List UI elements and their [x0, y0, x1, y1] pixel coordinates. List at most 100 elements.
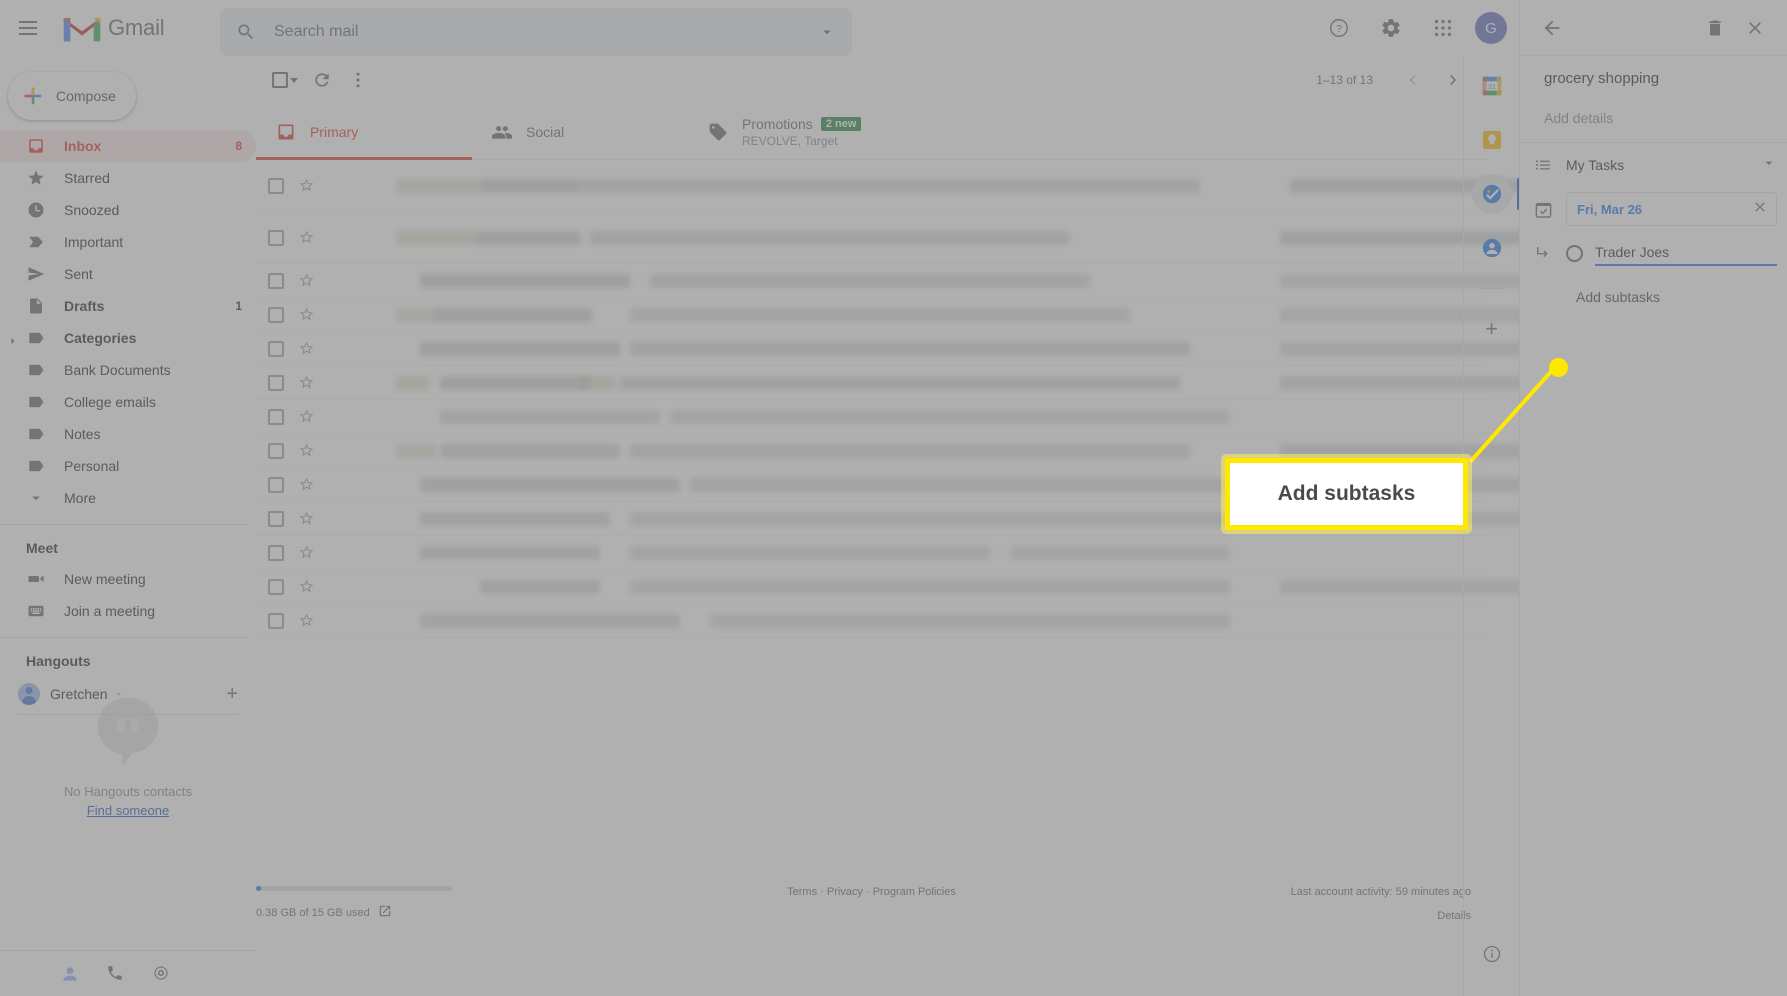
sidebar-item-bank-documents[interactable]: Bank Documents: [0, 354, 256, 386]
star-icon[interactable]: [298, 408, 316, 426]
google-keep-icon[interactable]: [1472, 120, 1512, 160]
table-row[interactable]: [256, 366, 1580, 400]
row-checkbox[interactable]: [268, 544, 284, 561]
search-input[interactable]: [274, 23, 818, 41]
table-row[interactable]: [256, 604, 1487, 638]
status-badge: 2 new: [820, 116, 862, 131]
star-icon[interactable]: [298, 442, 316, 460]
star-icon[interactable]: [298, 374, 316, 392]
row-checkbox[interactable]: [268, 306, 284, 323]
compose-button[interactable]: Compose: [8, 72, 136, 120]
table-row[interactable]: [256, 434, 1580, 468]
star-icon[interactable]: [298, 272, 316, 290]
add-subtasks-row[interactable]: Add subtasks: [1520, 275, 1787, 319]
hangouts-status-icon[interactable]: [60, 964, 80, 984]
search-bar[interactable]: [220, 8, 852, 56]
chevron-down-icon[interactable]: [818, 23, 836, 41]
arrow-left-icon[interactable]: [1532, 8, 1572, 48]
help-icon[interactable]: ?: [1319, 8, 1359, 48]
sidebar-item-sent[interactable]: Sent: [0, 258, 256, 290]
row-checkbox[interactable]: [268, 408, 284, 425]
details-link[interactable]: Details: [1291, 910, 1471, 922]
sidebar-item-starred[interactable]: Starred: [0, 162, 256, 194]
row-checkbox[interactable]: [268, 229, 284, 246]
phone-icon[interactable]: [106, 964, 126, 984]
refresh-icon[interactable]: [304, 62, 340, 98]
task-title-input[interactable]: [1544, 70, 1771, 87]
star-icon[interactable]: [298, 177, 316, 195]
table-row[interactable]: [256, 298, 1540, 332]
close-icon[interactable]: [1735, 8, 1775, 48]
sidebar-item-snoozed[interactable]: Snoozed: [0, 194, 256, 226]
star-icon[interactable]: [298, 578, 316, 596]
sidebar-item-new-meeting[interactable]: New meeting: [0, 563, 256, 595]
google-calendar-icon[interactable]: 31: [1472, 66, 1512, 106]
row-checkbox[interactable]: [268, 272, 284, 289]
row-checkbox[interactable]: [268, 374, 284, 391]
chevron-right-icon[interactable]: [8, 333, 18, 344]
sidebar-item-more[interactable]: More: [0, 482, 256, 514]
tab-promotions[interactable]: Promotions 2 new REVOLVE, Target: [688, 104, 904, 159]
info-icon[interactable]: [1472, 934, 1512, 974]
table-row[interactable]: [256, 468, 1580, 502]
sidebar-item-college-emails[interactable]: College emails: [0, 386, 256, 418]
table-row[interactable]: [256, 502, 1580, 536]
task-due-date-field[interactable]: Fri, Mar 26: [1566, 192, 1777, 226]
open-in-new-icon[interactable]: [378, 904, 392, 921]
star-icon[interactable]: [298, 340, 316, 358]
google-contacts-icon[interactable]: [1472, 228, 1512, 268]
subtask-complete-checkbox[interactable]: [1566, 244, 1583, 262]
star-icon[interactable]: [298, 544, 316, 562]
star-icon[interactable]: [298, 612, 316, 630]
gear-icon[interactable]: [1371, 8, 1411, 48]
hamburger-icon[interactable]: [8, 8, 48, 48]
sidebar-item-drafts[interactable]: Drafts 1: [0, 290, 256, 322]
trash-icon[interactable]: [1695, 8, 1735, 48]
task-details-placeholder[interactable]: Add details: [1544, 110, 1771, 126]
subtask-input[interactable]: [1595, 240, 1777, 266]
close-icon[interactable]: [1752, 199, 1768, 220]
chevron-down-icon[interactable]: [1761, 155, 1777, 176]
table-row[interactable]: [256, 160, 1590, 212]
google-tasks-icon[interactable]: [1471, 174, 1521, 214]
apps-grid-icon[interactable]: [1423, 8, 1463, 48]
row-checkbox[interactable]: [268, 177, 284, 194]
chevron-left-icon[interactable]: [1395, 62, 1431, 98]
row-checkbox[interactable]: [268, 476, 284, 493]
gmail-logo[interactable]: Gmail: [62, 13, 165, 43]
star-icon[interactable]: [298, 476, 316, 494]
star-icon[interactable]: [298, 306, 316, 324]
sidebar-item-inbox[interactable]: Inbox 8: [0, 130, 256, 162]
table-row[interactable]: [256, 332, 1580, 366]
table-row[interactable]: [256, 212, 1590, 264]
table-row[interactable]: [256, 264, 1580, 298]
table-row[interactable]: [256, 570, 1580, 604]
tab-social[interactable]: Social: [472, 104, 688, 159]
sidebar-item-join-meeting[interactable]: Join a meeting: [0, 595, 256, 627]
table-row[interactable]: [256, 400, 1487, 434]
avatar[interactable]: G: [1475, 12, 1507, 44]
star-icon[interactable]: [298, 229, 316, 247]
more-vertical-icon[interactable]: [340, 62, 376, 98]
sidebar-item-categories[interactable]: Categories: [0, 322, 256, 354]
settings-icon[interactable]: [152, 964, 172, 984]
find-someone-link[interactable]: Find someone: [87, 803, 169, 818]
row-checkbox[interactable]: [268, 578, 284, 595]
row-checkbox[interactable]: [268, 612, 284, 629]
sidebar-item-personal[interactable]: Personal: [0, 450, 256, 482]
table-row[interactable]: [256, 536, 1487, 570]
task-list-selector[interactable]: My Tasks: [1520, 143, 1787, 187]
star-icon[interactable]: [298, 510, 316, 528]
footer-links[interactable]: Terms · Privacy · Program Policies: [787, 886, 956, 898]
subtask-row[interactable]: [1520, 231, 1787, 275]
select-all-checkbox[interactable]: [266, 66, 304, 94]
row-checkbox[interactable]: [268, 442, 284, 459]
plus-icon[interactable]: +: [1472, 309, 1512, 349]
sidebar-item-notes[interactable]: Notes: [0, 418, 256, 450]
tab-primary[interactable]: Primary: [256, 104, 472, 160]
row-checkbox[interactable]: [268, 340, 284, 357]
sidebar-item-important[interactable]: Important: [0, 226, 256, 258]
brand-text: Gmail: [108, 15, 165, 40]
row-checkbox[interactable]: [268, 510, 284, 527]
task-due-date-row[interactable]: Fri, Mar 26: [1520, 187, 1787, 231]
